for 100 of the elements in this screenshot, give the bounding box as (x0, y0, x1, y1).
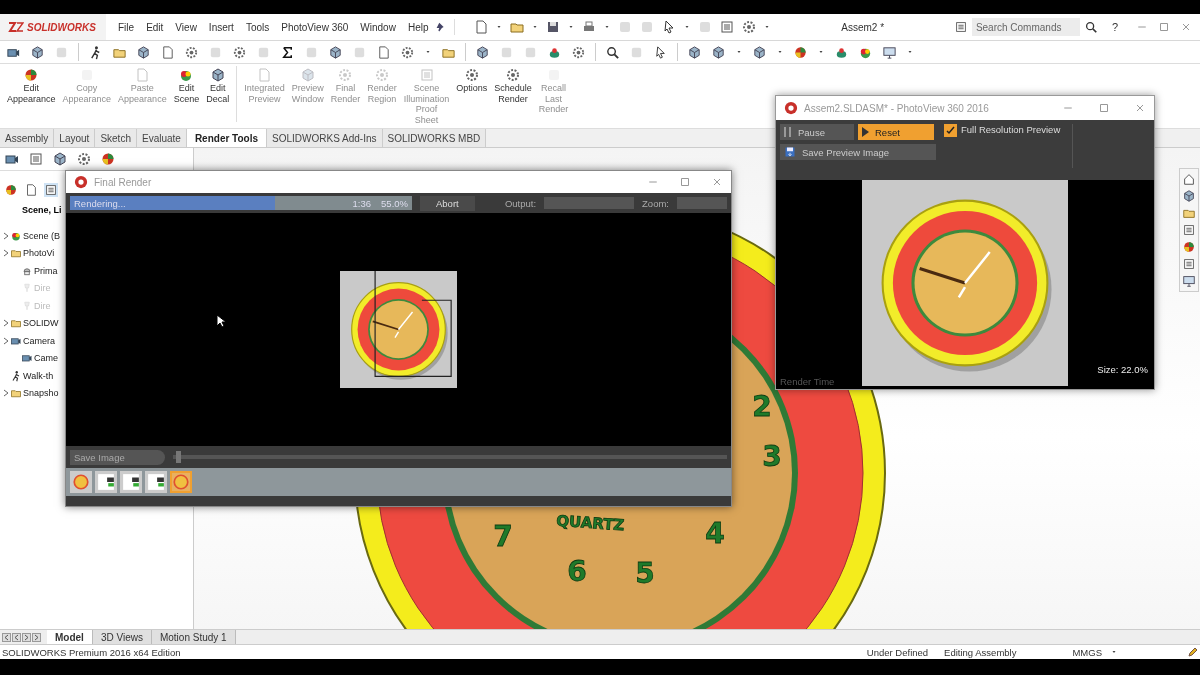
render-thumbnail[interactable] (70, 471, 92, 493)
document-icon[interactable] (160, 44, 175, 60)
color-wheel-icon[interactable] (100, 151, 116, 167)
cube-icon[interactable] (328, 44, 343, 60)
render-thumbnail[interactable] (95, 471, 117, 493)
list-icon[interactable] (1182, 257, 1196, 271)
menu-item[interactable]: Edit (140, 18, 170, 36)
gear-icon[interactable] (571, 44, 586, 60)
help-button[interactable]: ? (1103, 21, 1126, 33)
close-icon[interactable] (711, 176, 723, 188)
cube-icon[interactable] (30, 44, 45, 60)
menu-item[interactable]: View (169, 18, 203, 36)
ribbon-tab[interactable]: Layout (54, 129, 96, 147)
ribbon-tab[interactable]: Render Tools (186, 129, 268, 147)
cursor-arrow-icon[interactable] (653, 44, 668, 60)
ribbon-button[interactable]: Edit Scene (170, 66, 203, 105)
model-tab[interactable]: Motion Study 1 (151, 630, 236, 644)
menu-item[interactable]: Tools (239, 18, 276, 36)
tab-scroll-icon[interactable] (32, 632, 41, 642)
dial-numeral: 5 (635, 557, 655, 590)
menu-item[interactable]: Window (354, 18, 402, 36)
ribbon-tab[interactable]: Assembly (0, 129, 55, 147)
color-wheel-icon[interactable] (793, 44, 808, 60)
ribbon-tab[interactable]: Evaluate (136, 129, 187, 147)
menu-item[interactable]: Help (401, 18, 435, 36)
tree-item[interactable]: Camera (23, 335, 55, 346)
cube-icon[interactable] (711, 44, 726, 60)
search-icon[interactable] (605, 44, 620, 60)
status-text: Under Defined (865, 646, 930, 658)
color-wheel-icon[interactable] (4, 183, 18, 197)
tree-item[interactable]: Came (34, 353, 58, 364)
app-logo-text: SOLIDWORKS (27, 21, 96, 33)
tree-item[interactable]: Walk-th (23, 370, 54, 381)
ribbon-button[interactable]: Edit Appearance (4, 66, 59, 105)
render-thumbnail[interactable] (120, 471, 142, 493)
model-tab[interactable]: Model (47, 630, 93, 644)
search-field[interactable]: Search Commands (971, 18, 1080, 36)
units-selector[interactable]: MMGS (1064, 646, 1110, 658)
tree-item[interactable]: Scene (B (23, 230, 61, 241)
slider-thumb[interactable] (176, 451, 182, 463)
cube-icon[interactable] (475, 44, 490, 60)
tree-item[interactable]: Prima (34, 265, 58, 276)
gear-icon (505, 67, 522, 83)
document-icon[interactable] (473, 19, 490, 35)
tab-scroll-icon[interactable] (2, 632, 11, 642)
gear-icon (374, 67, 390, 83)
ribbon-button[interactable]: Options (453, 66, 491, 95)
gear-icon[interactable] (232, 44, 247, 60)
maximize-icon[interactable] (1098, 102, 1110, 114)
tree-item[interactable]: PhotoVi (23, 248, 55, 259)
monitor-icon[interactable] (1182, 274, 1196, 288)
cube-icon[interactable] (136, 44, 151, 60)
cube-icon[interactable] (1182, 189, 1196, 203)
ribbon-button[interactable]: Schedule Render (491, 66, 535, 105)
maximize-icon[interactable] (1158, 21, 1170, 33)
ribbon-tab[interactable]: Sketch (95, 129, 137, 147)
cube-icon[interactable] (687, 44, 702, 60)
render-thumbnail[interactable] (170, 471, 192, 493)
list-icon[interactable] (1182, 223, 1196, 237)
close-icon[interactable] (1180, 21, 1192, 33)
clock-thumbnail-icon (172, 473, 190, 491)
tree-item[interactable]: SOLIDW (23, 318, 59, 329)
gear-icon[interactable] (184, 44, 199, 60)
sigma-icon[interactable] (280, 44, 295, 60)
document-icon[interactable] (376, 44, 391, 60)
maximize-icon[interactable] (679, 176, 691, 188)
dial-numeral: 6 (567, 555, 587, 588)
menu-item[interactable]: File (112, 18, 141, 36)
monitor-icon[interactable] (882, 44, 897, 60)
tree-item[interactable]: Snapsho (23, 388, 59, 399)
app-icon (784, 101, 798, 115)
color-wheel-icon[interactable] (1182, 240, 1196, 254)
dial-numeral: 2 (752, 390, 772, 423)
list-icon[interactable] (44, 183, 58, 197)
gear-icon[interactable] (76, 151, 92, 167)
ribbon-tab[interactable]: SOLIDWORKS Add-Ins (267, 129, 383, 147)
render-thumbnail[interactable] (145, 471, 167, 493)
ribbon-button[interactable]: Edit Decal (203, 66, 233, 105)
home-icon[interactable] (1182, 172, 1196, 186)
model-tab[interactable]: 3D Views (92, 630, 152, 644)
save-preview-button[interactable]: Save Preview Image (780, 144, 936, 160)
abort-button[interactable]: Abort (420, 195, 475, 211)
gear-icon[interactable] (741, 19, 758, 35)
pencil-icon[interactable] (1188, 647, 1198, 657)
menu-item[interactable]: PhotoView 360 (275, 18, 355, 36)
ribbon-tab[interactable]: SOLIDWORKS MBD (382, 129, 487, 147)
cube-icon[interactable] (752, 44, 767, 60)
checkbox[interactable] (944, 124, 957, 137)
close-icon[interactable] (1134, 102, 1146, 114)
pause-button[interactable]: Pause (780, 124, 854, 140)
window-title: Final Render (94, 176, 152, 188)
gear-icon[interactable] (400, 44, 415, 60)
tab-scroll-icon[interactable] (12, 632, 21, 642)
search-icon[interactable] (1083, 20, 1098, 34)
cube-icon[interactable] (52, 151, 68, 167)
reset-button[interactable]: Reset (858, 124, 934, 140)
menu-item[interactable]: Insert (202, 18, 240, 36)
document-icon[interactable] (24, 183, 38, 197)
tab-scroll-icon[interactable] (22, 632, 31, 642)
progress-status: Rendering... (74, 197, 126, 209)
